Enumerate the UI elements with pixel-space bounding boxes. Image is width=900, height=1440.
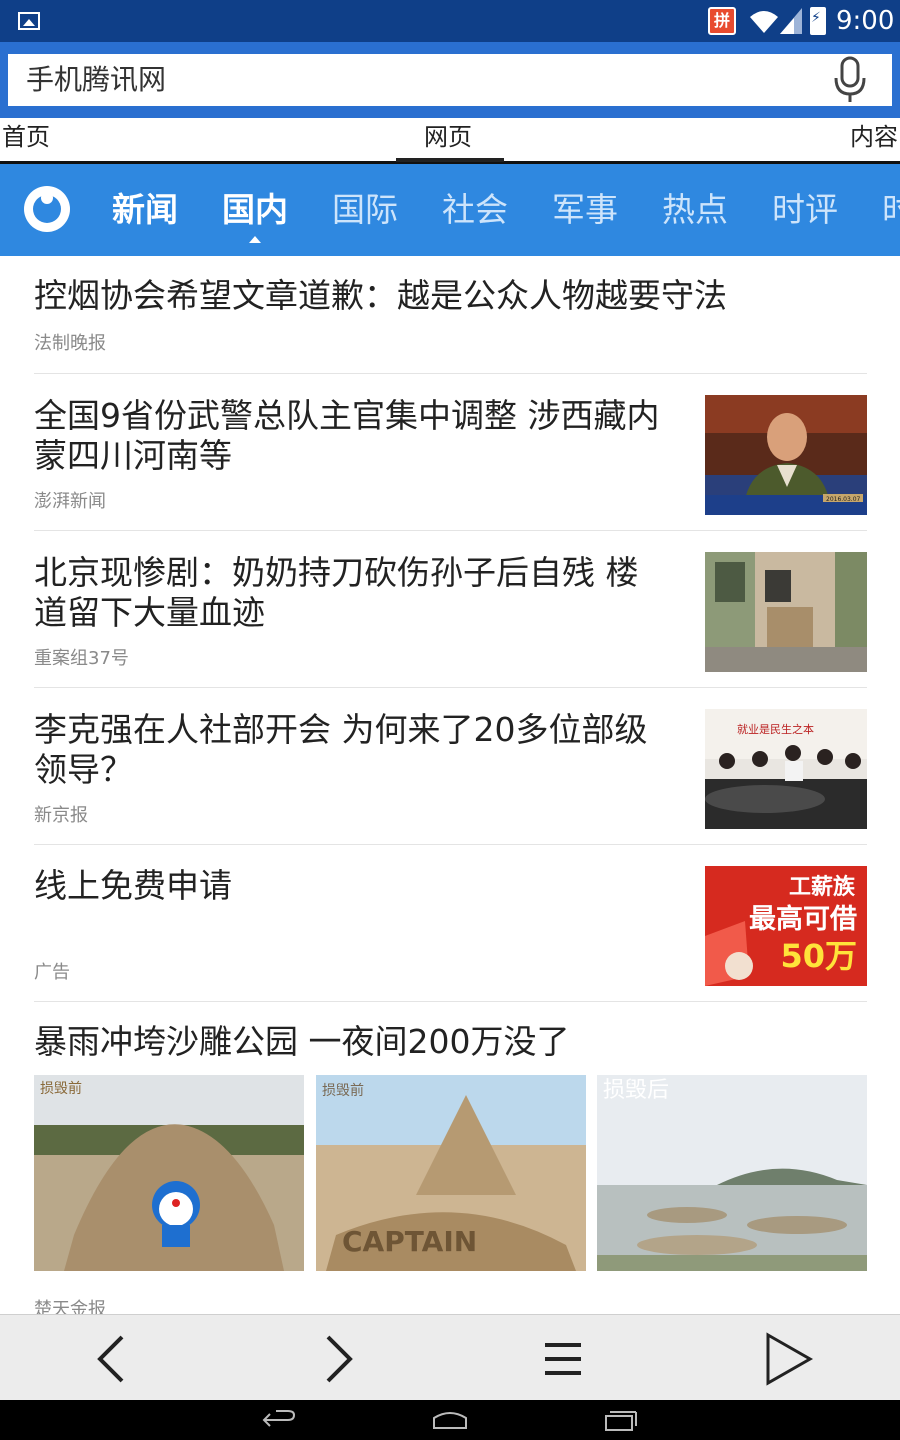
gallery-caption-1: 损毁前	[40, 1080, 82, 1097]
tencent-news-logo-icon[interactable]	[24, 186, 70, 232]
news-title-line[interactable]: 蒙四川河南等	[34, 436, 232, 476]
menu-icon[interactable]	[533, 1329, 593, 1389]
divider	[34, 844, 867, 845]
system-recents-icon[interactable]	[600, 1408, 640, 1432]
divider	[34, 1001, 867, 1002]
active-tab-indicator	[396, 158, 504, 162]
sand-sculpture-captain-image: CAPTAIN 损毁前	[316, 1075, 586, 1271]
news-title[interactable]: 控烟协会希望文章道歉：越是公众人物越要守法	[34, 276, 727, 316]
news-title[interactable]: 暴雨冲垮沙雕公园 一夜间200万没了	[34, 1022, 569, 1062]
ad-image[interactable]: 工薪族 最高可借 50万	[705, 866, 867, 986]
tab-home[interactable]: 首页	[2, 120, 50, 154]
ad-line-3: 50万	[780, 937, 857, 975]
battery-charging-icon	[810, 7, 826, 35]
system-home-icon[interactable]	[430, 1408, 470, 1432]
news-thumbnail[interactable]: 2016.03.07	[705, 395, 867, 515]
news-title-line[interactable]: 道留下大量血迹	[34, 593, 265, 633]
status-bar: 拼 9:00	[0, 0, 900, 42]
nav-tabs: 首页 网页 内容	[0, 118, 900, 164]
channel-commentary[interactable]: 时评	[772, 190, 838, 230]
channel-military[interactable]: 军事	[552, 190, 618, 230]
news-source: 法制晚报	[34, 333, 106, 354]
news-source: 重案组37号	[34, 648, 129, 669]
news-source: 澎湃新闻	[34, 491, 106, 512]
divider	[34, 687, 867, 688]
channel-society[interactable]: 社会	[442, 190, 508, 230]
tab-web[interactable]: 网页	[424, 120, 472, 154]
news-thumbnail[interactable]	[705, 552, 867, 672]
channel-international[interactable]: 国际	[332, 190, 398, 230]
news-source: 新京报	[34, 805, 88, 826]
system-nav-bar	[0, 1400, 900, 1440]
signal-icon	[780, 8, 802, 34]
ad-line-1: 工薪族	[788, 875, 855, 900]
channel-bar: 新闻 国内 国际 社会 军事 热点 时评 时	[0, 164, 900, 256]
microphone-icon[interactable]	[830, 56, 870, 106]
divider	[34, 373, 867, 374]
gallery-image-1[interactable]: 损毁前	[34, 1075, 304, 1271]
ad-line-2: 最高可借	[749, 904, 857, 935]
back-arrow-icon[interactable]	[82, 1329, 142, 1389]
address-bar: 手机腾讯网	[0, 42, 900, 118]
news-title-line[interactable]: 李克强在人社部开会 为何来了20多位部级	[34, 710, 647, 750]
ime-icon: 拼	[708, 7, 736, 35]
clock: 9:00	[836, 6, 895, 36]
logo-dot	[41, 192, 53, 204]
news-title-line[interactable]: 领导？	[34, 750, 133, 790]
flooded-park-image: 损毁后	[597, 1075, 867, 1271]
ad-title[interactable]: 线上免费申请	[34, 866, 232, 906]
channel-news[interactable]: 新闻	[112, 190, 178, 230]
play-icon[interactable]	[758, 1329, 818, 1389]
gallery-sign-text: CAPTAIN	[342, 1225, 477, 1258]
news-thumbnail[interactable]: 就业是民生之本	[705, 709, 867, 829]
gallery-image-3[interactable]: 损毁后	[597, 1075, 867, 1271]
military-officer-image: 2016.03.07	[705, 395, 867, 515]
image-icon	[18, 12, 40, 30]
ad-label: 广告	[34, 962, 70, 983]
sand-sculpture-doraemon-image: 损毁前	[34, 1075, 304, 1271]
building-image	[705, 552, 867, 672]
divider	[34, 530, 867, 531]
forward-arrow-icon[interactable]	[308, 1329, 368, 1389]
wifi-icon	[750, 11, 778, 33]
url-field[interactable]: 手机腾讯网	[8, 54, 892, 106]
url-text[interactable]: 手机腾讯网	[26, 62, 166, 98]
image-date-text: 2016.03.07	[826, 496, 861, 503]
active-channel-arrow-icon	[249, 236, 261, 243]
news-title-line[interactable]: 全国9省份武警总队主官集中调整 涉西藏内	[34, 396, 660, 436]
channel-hot[interactable]: 热点	[662, 190, 728, 230]
gallery-caption-3: 损毁后	[603, 1078, 669, 1103]
tab-content[interactable]: 内容	[850, 120, 898, 154]
gallery-caption-2: 损毁前	[322, 1082, 364, 1099]
system-back-icon[interactable]	[260, 1408, 300, 1432]
news-title-line[interactable]: 北京现惨剧：奶奶持刀砍伤孙子后自残 楼	[34, 553, 639, 593]
channel-domestic[interactable]: 国内	[222, 190, 288, 230]
meeting-image: 就业是民生之本	[705, 709, 867, 829]
meeting-banner-text: 就业是民生之本	[737, 722, 814, 736]
channel-more[interactable]: 时	[882, 190, 900, 230]
browser-toolbar	[0, 1314, 900, 1400]
gallery-image-2[interactable]: CAPTAIN 损毁前	[316, 1075, 586, 1271]
